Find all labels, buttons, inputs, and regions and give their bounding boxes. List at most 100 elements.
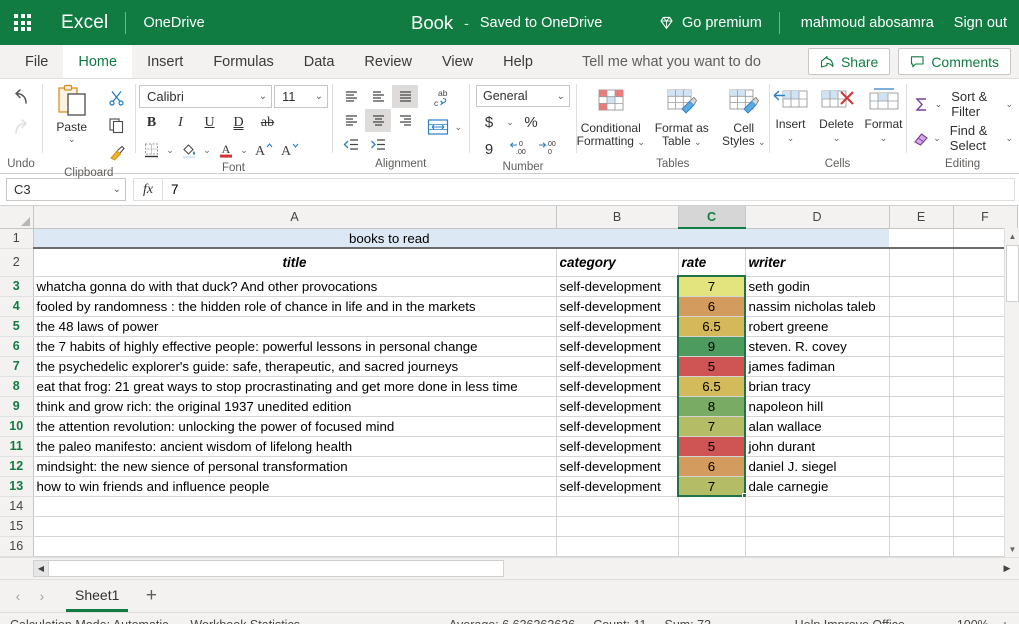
column-header-d[interactable]: D — [745, 206, 890, 229]
cell-c4[interactable]: 6 — [678, 296, 746, 317]
cell-a3[interactable]: whatcha gonna do with that duck? And oth… — [33, 276, 557, 297]
share-button[interactable]: Share — [807, 48, 891, 75]
undo-button[interactable] — [6, 84, 36, 112]
comments-button[interactable]: Comments — [898, 48, 1011, 75]
cell-e1[interactable] — [889, 228, 954, 249]
go-premium-button[interactable]: Go premium — [658, 15, 762, 31]
cell-d10[interactable]: alan wallace — [745, 416, 890, 437]
row-header-7[interactable]: 7 — [0, 356, 34, 377]
cell-c16[interactable] — [678, 536, 746, 557]
cell-b10[interactable]: self-development — [556, 416, 679, 437]
column-header-c[interactable]: C — [678, 206, 746, 229]
cell-a5[interactable]: the 48 laws of power — [33, 316, 557, 337]
cell-a15[interactable] — [33, 516, 557, 537]
cell-b14[interactable] — [556, 496, 679, 517]
row-header-12[interactable]: 12 — [0, 456, 34, 477]
tab-file[interactable]: File — [10, 45, 63, 78]
cell-d14[interactable] — [745, 496, 890, 517]
horizontal-scroll-thumb[interactable] — [49, 560, 504, 577]
cell-d11[interactable]: john durant — [745, 436, 890, 457]
chevron-down-icon[interactable]: ⌄ — [637, 137, 645, 147]
row-header-16[interactable]: 16 — [0, 536, 34, 557]
cell-c2-rate-header[interactable]: rate — [678, 248, 746, 277]
previous-sheet-button[interactable]: ‹ — [6, 584, 30, 608]
cell-e10[interactable] — [889, 416, 954, 437]
cell-c6[interactable]: 9 — [678, 336, 746, 357]
format-painter-button[interactable] — [102, 139, 132, 167]
underline-button[interactable]: U — [197, 111, 222, 135]
grow-font-button[interactable]: A — [250, 138, 275, 162]
copy-button[interactable] — [102, 111, 132, 139]
chevron-down-icon[interactable]: ⌄ — [833, 133, 841, 143]
cell-e16[interactable] — [889, 536, 954, 557]
sign-out-button[interactable]: Sign out — [954, 15, 1007, 31]
tab-formulas[interactable]: Formulas — [198, 45, 288, 78]
tab-help[interactable]: Help — [488, 45, 548, 78]
percent-button[interactable]: % — [518, 110, 544, 134]
tab-insert[interactable]: Insert — [132, 45, 198, 78]
find-select-chevron-down-icon[interactable]: ⌄ — [1005, 133, 1013, 144]
cell-d9[interactable]: napoleon hill — [745, 396, 890, 417]
cell-b9[interactable]: self-development — [556, 396, 679, 417]
align-bottom-button[interactable] — [392, 85, 419, 108]
align-center-button[interactable] — [365, 109, 392, 132]
cell-e13[interactable] — [889, 476, 954, 497]
tab-data[interactable]: Data — [289, 45, 350, 78]
chevron-down-icon[interactable]: ⌄ — [787, 133, 795, 143]
row-header-3[interactable]: 3 — [0, 276, 34, 297]
autosum-chevron-down-icon[interactable]: ⌄ — [935, 99, 943, 110]
cell-a9[interactable]: think and grow rich: the original 1937 u… — [33, 396, 557, 417]
number-format-select[interactable]: General ⌄ — [476, 85, 570, 107]
cell-c5[interactable]: 6.5 — [678, 316, 746, 337]
decrease-decimal-button[interactable]: 0 .00 — [505, 137, 531, 161]
font-color-button[interactable]: A — [213, 138, 238, 162]
cell-e15[interactable] — [889, 516, 954, 537]
cell-e11[interactable] — [889, 436, 954, 457]
row-header-1[interactable]: 1 — [0, 228, 34, 249]
scroll-right-button[interactable]: ▶ — [997, 560, 1017, 577]
cell-a2-title-header[interactable]: title — [33, 248, 557, 277]
row-header-13[interactable]: 13 — [0, 476, 34, 497]
borders-chevron-down-icon[interactable]: ⌄ — [165, 145, 175, 156]
cell-d8[interactable]: brian tracy — [745, 376, 890, 397]
cell-e9[interactable] — [889, 396, 954, 417]
cell-b13[interactable]: self-development — [556, 476, 679, 497]
cell-d7[interactable]: james fadiman — [745, 356, 890, 377]
cell-e12[interactable] — [889, 456, 954, 477]
row-header-14[interactable]: 14 — [0, 496, 34, 517]
row-header-9[interactable]: 9 — [0, 396, 34, 417]
shrink-font-button[interactable]: A — [276, 138, 301, 162]
paste-chevron-down-icon[interactable]: ⌄ — [67, 134, 77, 145]
strikethrough-button[interactable]: ab — [255, 111, 280, 135]
cell-d3[interactable]: seth godin — [745, 276, 890, 297]
comma-style-button[interactable]: 9 — [476, 137, 502, 161]
vertical-scroll-thumb[interactable] — [1006, 245, 1019, 302]
fill-color-button[interactable] — [176, 138, 201, 162]
double-underline-button[interactable]: D — [226, 111, 251, 135]
cell-d5[interactable]: robert greene — [745, 316, 890, 337]
cell-a8[interactable]: eat that frog: 21 great ways to stop pro… — [33, 376, 557, 397]
onedrive-link[interactable]: OneDrive — [143, 15, 204, 31]
clear-chevron-down-icon[interactable]: ⌄ — [933, 133, 941, 144]
font-size-select[interactable]: 11 ⌄ — [274, 85, 328, 108]
app-launcher-button[interactable] — [0, 0, 45, 45]
cell-b2-category-header[interactable]: category — [556, 248, 679, 277]
document-title[interactable]: Book — [411, 12, 453, 34]
scroll-up-button[interactable]: ▲ — [1005, 228, 1019, 244]
autosum-button[interactable]: ⌄ Sort & Filter ⌄ — [912, 89, 1013, 119]
cell-a6[interactable]: the 7 habits of highly effective people:… — [33, 336, 557, 357]
zoom-out-button[interactable]: — — [931, 617, 945, 624]
row-header-15[interactable]: 15 — [0, 516, 34, 537]
cell-d1-banner[interactable] — [745, 228, 889, 249]
merge-cells-button[interactable] — [425, 116, 451, 138]
cell-e8[interactable] — [889, 376, 954, 397]
align-middle-button[interactable] — [365, 85, 391, 108]
cell-e5[interactable] — [889, 316, 954, 337]
align-left-button[interactable] — [338, 109, 364, 132]
cell-a13[interactable]: how to win friends and influence people — [33, 476, 557, 497]
zoom-level[interactable]: 100% — [957, 618, 989, 624]
cell-c7[interactable]: 5 — [678, 356, 746, 377]
cut-button[interactable] — [102, 83, 132, 111]
conditional-formatting-button[interactable]: Conditional Formatting ⌄ — [574, 84, 648, 149]
cell-b8[interactable]: self-development — [556, 376, 679, 397]
